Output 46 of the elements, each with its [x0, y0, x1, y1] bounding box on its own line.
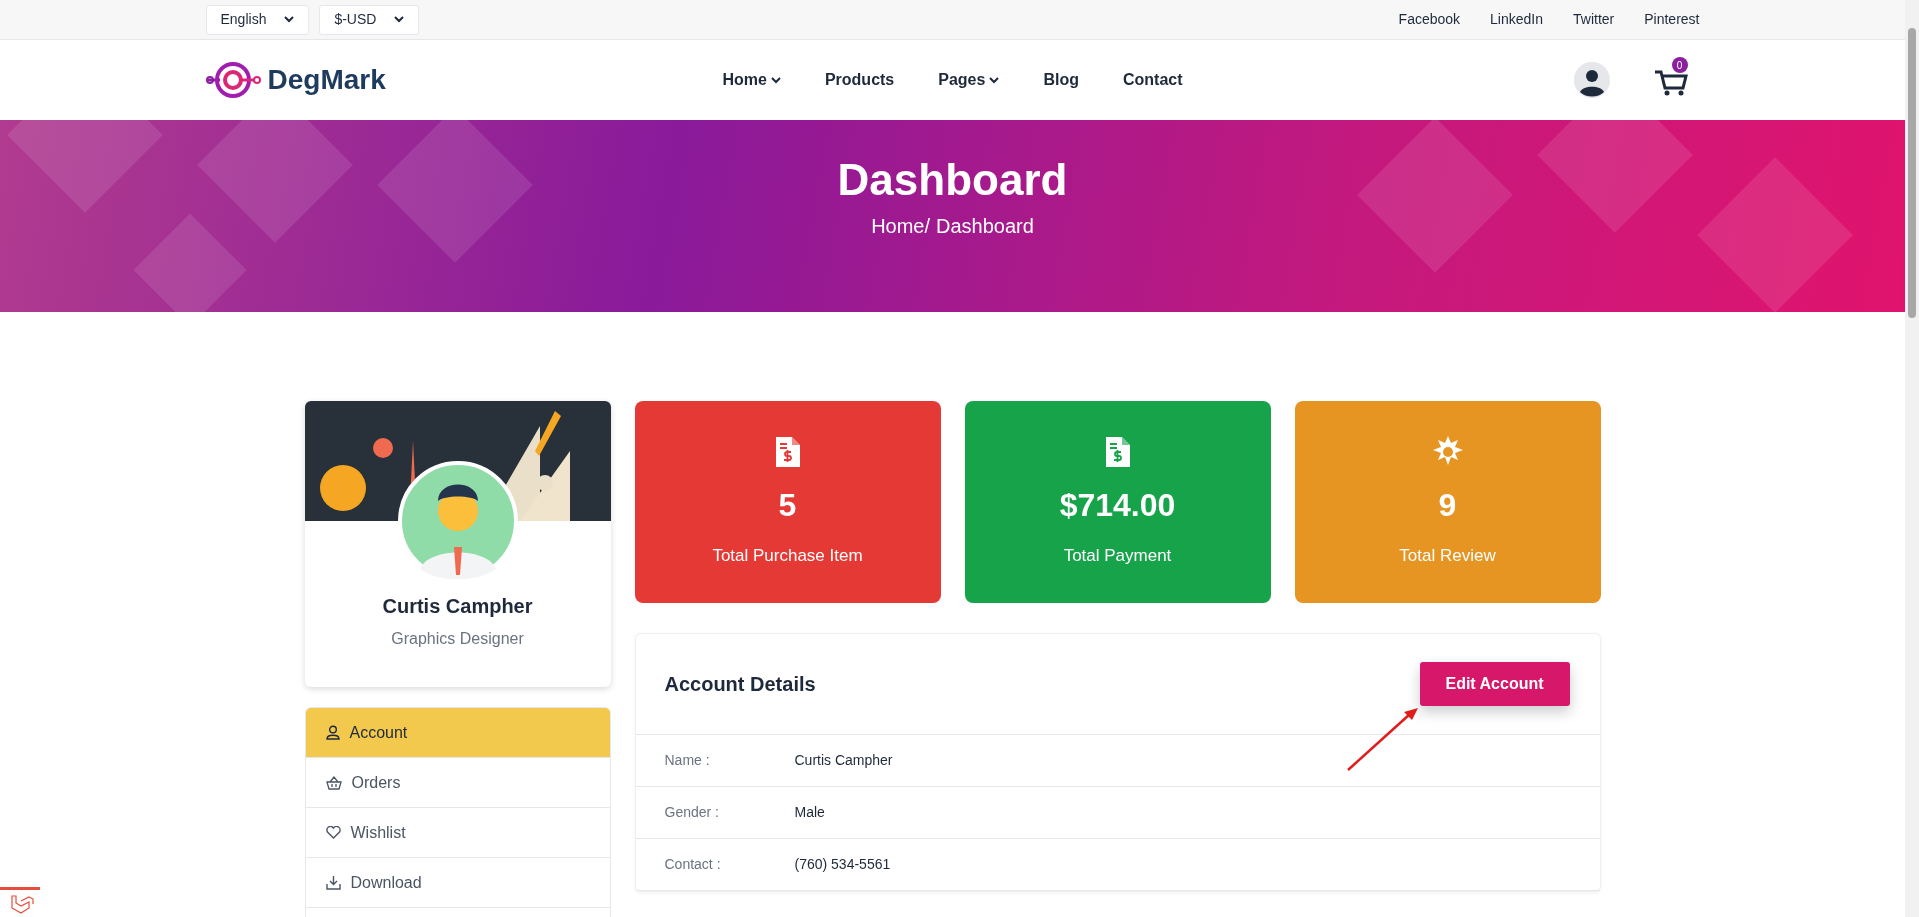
stat-label: Total Purchase Item	[712, 545, 863, 568]
social-link[interactable]: Facebook	[1398, 9, 1461, 30]
avatar-silhouette-icon	[397, 461, 518, 581]
section-title: Account Details	[664, 672, 816, 697]
profile-role: Graphics Designer	[391, 629, 524, 649]
heart-icon	[325, 826, 341, 839]
field-value: Male	[794, 803, 825, 822]
nav-link[interactable]: Products	[824, 68, 895, 92]
chevron-down-icon	[394, 16, 405, 23]
social-link[interactable]: LinkedIn	[1490, 9, 1543, 30]
nav-link[interactable]: Pages	[938, 68, 1000, 92]
cart-icon[interactable]	[1653, 69, 1688, 97]
breadcrumb-link[interactable]: Dashboard	[936, 210, 1034, 241]
nav-link[interactable]: Home	[722, 68, 781, 92]
nav-link[interactable]: Blog	[1043, 68, 1079, 92]
basket-icon	[325, 775, 342, 790]
dropdown-selector[interactable]: English	[205, 4, 310, 35]
user-icon	[325, 725, 340, 740]
field-label: Gender :	[664, 803, 720, 822]
social-link[interactable]: Twitter	[1573, 9, 1615, 30]
edit-account-button[interactable]: Edit Account	[1419, 662, 1570, 706]
nav-link[interactable]: Contact	[1122, 68, 1183, 92]
cart-count-badge: 0	[1671, 57, 1688, 73]
logo-text: DegMark	[267, 63, 386, 97]
field-label: Name :	[664, 751, 711, 770]
stat-value: 9	[1438, 486, 1457, 526]
scrollbar[interactable]	[1905, 0, 1919, 917]
stat-label: Total Review	[1399, 545, 1496, 568]
invoice-icon	[773, 435, 802, 470]
user-avatar-icon[interactable]	[1573, 62, 1610, 98]
profile-name: Curtis Campher	[382, 594, 533, 619]
field-label: Contact :	[664, 855, 722, 874]
field-value: (760) 534-5561	[794, 855, 891, 874]
dropdown-selector[interactable]: $-USD	[319, 4, 420, 35]
stat-label: Total Payment	[1063, 545, 1172, 568]
stat-value: 5	[778, 486, 797, 526]
download-icon	[325, 875, 341, 890]
social-link[interactable]: Pinterest	[1644, 9, 1700, 30]
stat-value: $714.00	[1059, 486, 1176, 526]
chevron-down-icon	[284, 16, 295, 23]
page-title: Dashboard	[837, 153, 1068, 206]
invoice-icon	[1103, 435, 1132, 470]
logo-icon	[205, 61, 262, 99]
breadcrumb-link[interactable]: Home/	[871, 210, 931, 241]
sidebar-item[interactable]: Account	[305, 708, 610, 758]
field-value: Curtis Campher	[794, 751, 893, 770]
